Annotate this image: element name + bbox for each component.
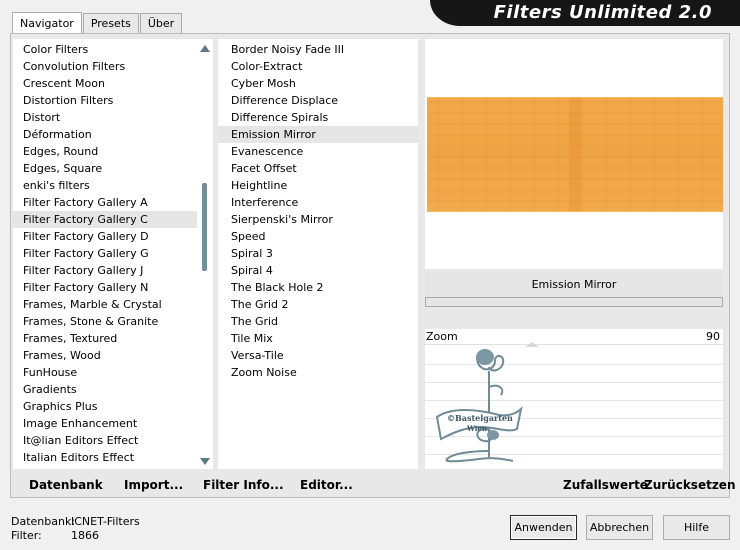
- filter-item[interactable]: The Black Hole 2: [218, 279, 418, 296]
- progress-bar: [425, 297, 723, 307]
- category-list[interactable]: Color Filters Convolution Filters Crescent…: [13, 39, 213, 469]
- category-item[interactable]: enki's filters: [13, 177, 197, 194]
- category-item[interactable]: Déformation: [13, 126, 197, 143]
- tab-bar: Navigator Presets Über: [12, 12, 183, 34]
- filter-item[interactable]: Speed: [218, 228, 418, 245]
- category-item[interactable]: Italian Editors Effect: [13, 449, 197, 466]
- category-item[interactable]: Frames, Marble & Crystal: [13, 296, 197, 313]
- selected-filter-name: Emission Mirror: [425, 272, 723, 297]
- filter-info-button[interactable]: Filter Info...: [203, 478, 284, 492]
- category-item[interactable]: FunHouse: [13, 364, 197, 381]
- filter-item[interactable]: Difference Spirals: [218, 109, 418, 126]
- category-scrollbar[interactable]: [198, 39, 212, 469]
- scroll-down-arrow-icon[interactable]: [200, 458, 210, 465]
- watermark-text-1: ©Bastelgarten: [447, 413, 513, 423]
- title-banner: Filters Unlimited 2.0: [430, 0, 740, 26]
- filter-item[interactable]: Interference: [218, 194, 418, 211]
- category-item[interactable]: Distortion Filters: [13, 92, 197, 109]
- category-item[interactable]: Color Filters: [13, 41, 197, 58]
- filter-item[interactable]: Sierpenski's Mirror: [218, 211, 418, 228]
- filter-item[interactable]: Spiral 4: [218, 262, 418, 279]
- tab-navigator[interactable]: Navigator: [12, 12, 82, 34]
- editor-button[interactable]: Editor...: [300, 478, 353, 492]
- filter-item[interactable]: Versa-Tile: [218, 347, 418, 364]
- filter-item[interactable]: Difference Displace: [218, 92, 418, 109]
- category-item[interactable]: Filter Factory Gallery A: [13, 194, 197, 211]
- filter-item[interactable]: Cyber Mosh: [218, 75, 418, 92]
- category-item[interactable]: Frames, Stone & Granite: [13, 313, 197, 330]
- category-item[interactable]: Image Enhancement: [13, 415, 197, 432]
- category-item[interactable]: Filter Factory Gallery C: [13, 211, 197, 228]
- category-item[interactable]: It@lian Editors Effect: [13, 432, 197, 449]
- category-item[interactable]: Convolution Filters: [13, 58, 197, 75]
- zoom-label: Zoom: [426, 330, 458, 343]
- category-item[interactable]: Filter Factory Gallery N: [13, 279, 197, 296]
- import-button[interactable]: Import...: [124, 478, 183, 492]
- category-item[interactable]: Edges, Round: [13, 143, 197, 160]
- filter-item[interactable]: Zoom Noise: [218, 364, 418, 381]
- tab-about[interactable]: Über: [139, 13, 183, 34]
- help-button[interactable]: Hilfe: [663, 515, 730, 540]
- filter-item[interactable]: The Grid 2: [218, 296, 418, 313]
- database-button[interactable]: Datenbank: [29, 478, 103, 492]
- filter-count-label: Filter:: [11, 529, 42, 542]
- reset-button[interactable]: Zurücksetzen: [644, 478, 735, 492]
- tab-presets[interactable]: Presets: [82, 13, 139, 34]
- filter-count-value: 1866: [71, 529, 99, 542]
- watermark-logo: ©Bastelgarten Wien: [435, 349, 523, 463]
- apply-button[interactable]: Anwenden: [510, 515, 577, 540]
- app-title: Filters Unlimited 2.0: [493, 2, 712, 23]
- filter-item[interactable]: Evanescence: [218, 143, 418, 160]
- category-item[interactable]: Frames, Textured: [13, 330, 197, 347]
- filter-item[interactable]: Facet Offset: [218, 160, 418, 177]
- category-item[interactable]: Frames, Wood: [13, 347, 197, 364]
- filter-item[interactable]: Tile Mix: [218, 330, 418, 347]
- category-item[interactable]: Graphics Plus: [13, 398, 197, 415]
- category-item[interactable]: Crescent Moon: [13, 75, 197, 92]
- filter-item[interactable]: The Grid: [218, 313, 418, 330]
- category-item[interactable]: Filter Factory Gallery J: [13, 262, 197, 279]
- category-item[interactable]: Filter Factory Gallery D: [13, 228, 197, 245]
- cancel-button[interactable]: Abbrechen: [586, 515, 653, 540]
- filter-item[interactable]: Heightline: [218, 177, 418, 194]
- category-item[interactable]: Distort: [13, 109, 197, 126]
- category-item[interactable]: Edges, Square: [13, 160, 197, 177]
- zoom-slider-row[interactable]: Zoom 90: [425, 329, 723, 347]
- database-label: Datenbank:: [11, 515, 76, 528]
- filter-list[interactable]: Border Noisy Fade III Color-Extract Cyber …: [218, 39, 418, 469]
- watermark-text-2: Wien: [466, 424, 487, 433]
- category-item[interactable]: Filter Factory Gallery G: [13, 245, 197, 262]
- parameter-area: Zoom 90 ©Bastelgarten Wien: [425, 329, 723, 469]
- database-value: ICNET-Filters: [71, 515, 140, 528]
- filter-item[interactable]: Border Noisy Fade III: [218, 41, 418, 58]
- random-values-button[interactable]: Zufallswerte: [563, 478, 648, 492]
- scrollbar-thumb[interactable]: [202, 183, 207, 271]
- filter-item[interactable]: Spiral 3: [218, 245, 418, 262]
- preview-image: [427, 97, 723, 212]
- zoom-value: 90: [706, 330, 720, 343]
- scroll-up-arrow-icon[interactable]: [200, 45, 210, 52]
- category-item[interactable]: Gradients: [13, 381, 197, 398]
- filter-item[interactable]: Color-Extract: [218, 58, 418, 75]
- filter-item[interactable]: Emission Mirror: [218, 126, 418, 143]
